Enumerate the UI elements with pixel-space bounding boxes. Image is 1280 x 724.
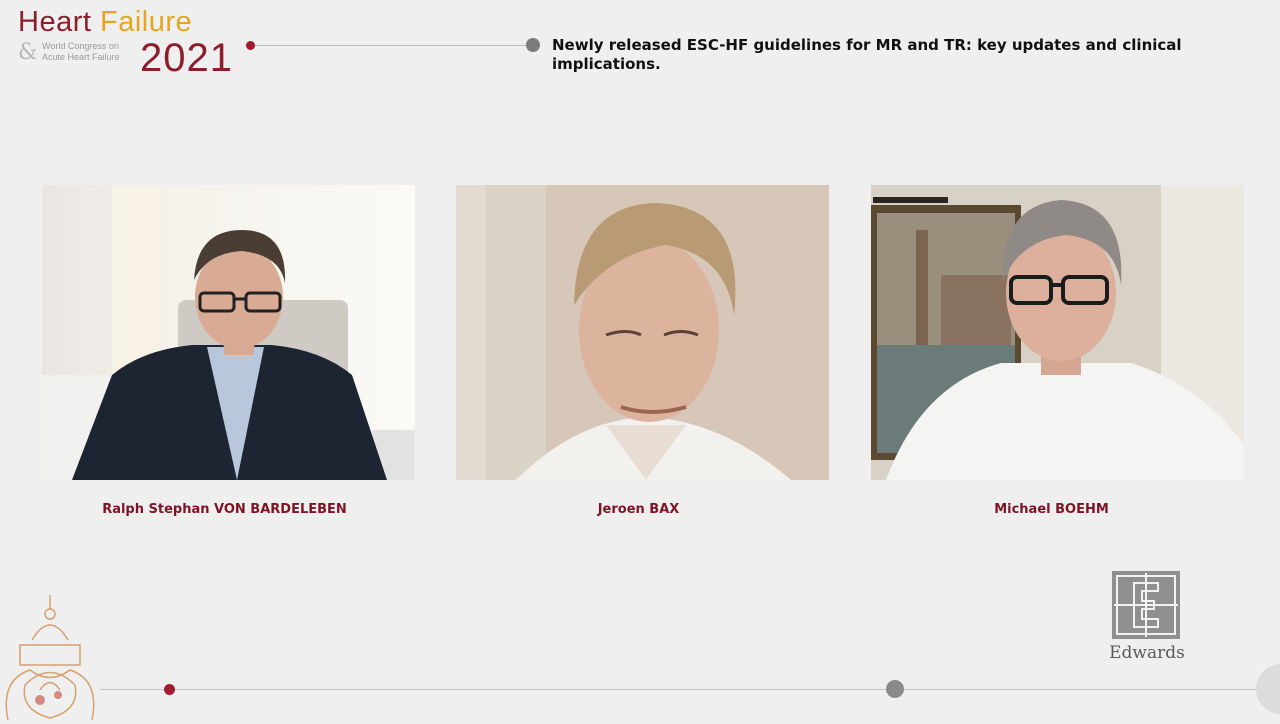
speaker-name-1: Ralph Stephan VON BARDELEBEN bbox=[102, 502, 347, 517]
speaker-name-2: Jeroen BAX bbox=[597, 502, 680, 517]
logo-word-heart: Heart bbox=[18, 6, 92, 38]
header-red-dot bbox=[246, 41, 255, 50]
timeline-red-dot bbox=[164, 684, 175, 695]
logo-subtitle: World Congress on Acute Heart Failure bbox=[42, 41, 120, 63]
session-title: Newly released ESC-HF guidelines for MR … bbox=[552, 36, 1182, 73]
edwards-mark-icon bbox=[1112, 571, 1180, 639]
logo-ampersand: & bbox=[18, 40, 38, 65]
edwards-logo: Edwards bbox=[1108, 571, 1186, 666]
timeline-line bbox=[100, 689, 1280, 690]
logo-year: 2021 bbox=[140, 36, 233, 80]
logo-word-failure: Failure bbox=[99, 6, 193, 38]
speaker-video-1 bbox=[42, 185, 415, 480]
timeline-grey-dot bbox=[886, 680, 904, 698]
edwards-wordmark: Edwards bbox=[1109, 643, 1185, 663]
speaker-video-2 bbox=[456, 185, 829, 480]
congress-logo: Heart Failure & World Congress on Acute … bbox=[18, 6, 248, 80]
timeline-edge-circle bbox=[1256, 664, 1280, 714]
logo-subtitle-line2: Acute Heart Failure bbox=[42, 52, 120, 62]
speaker-name-3: Michael BOEHM bbox=[994, 502, 1109, 517]
speaker-video-3 bbox=[871, 185, 1244, 480]
header-grey-dot bbox=[526, 38, 540, 52]
header-divider bbox=[250, 45, 532, 46]
heart-emblem-icon bbox=[0, 590, 110, 721]
logo-subtitle-line1: World Congress on bbox=[42, 41, 119, 51]
